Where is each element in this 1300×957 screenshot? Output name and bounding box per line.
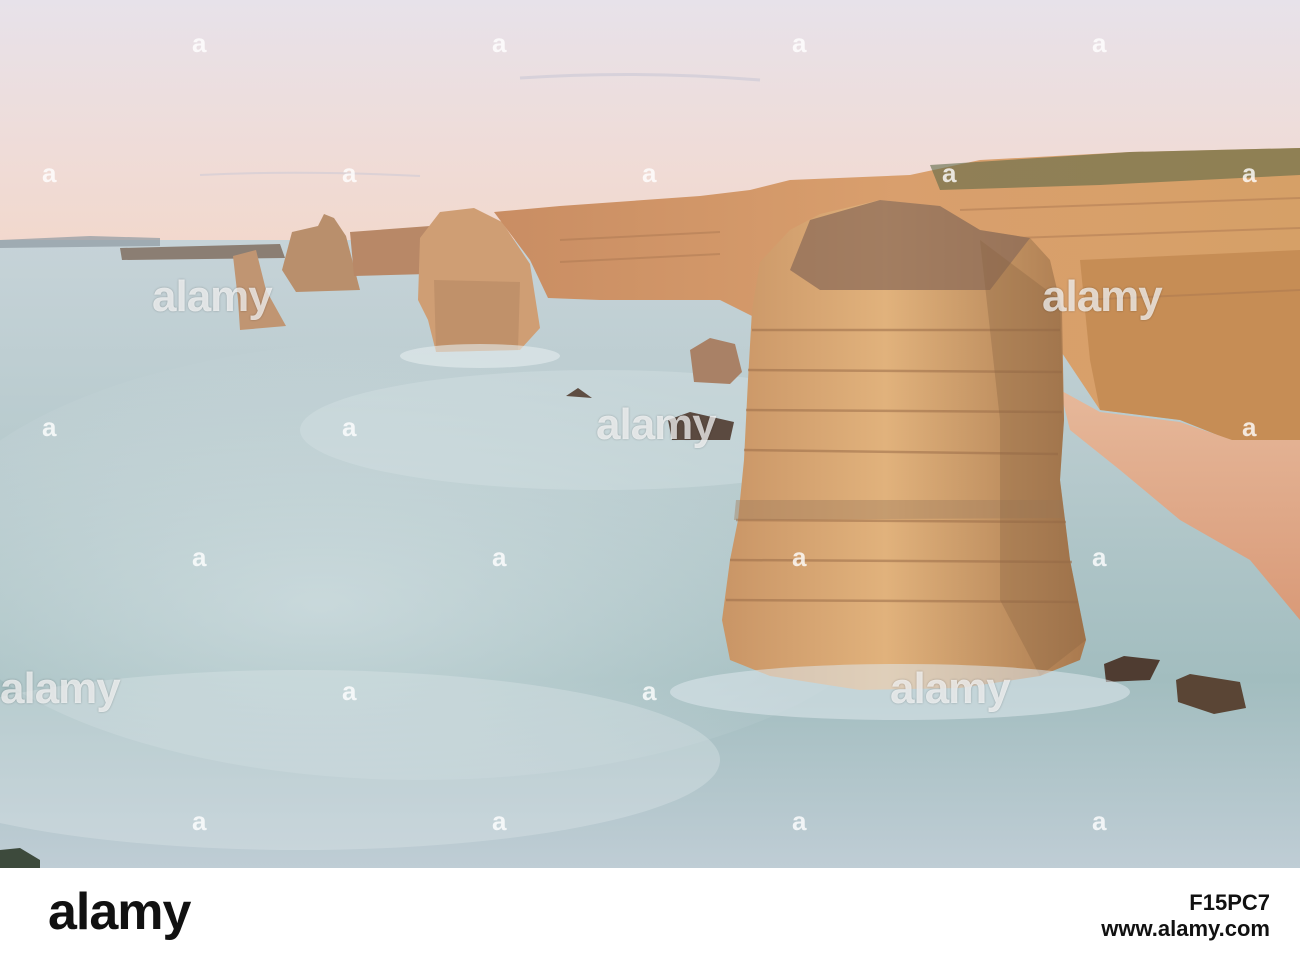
- image-info: F15PC7 www.alamy.com: [1101, 890, 1270, 942]
- site-url: www.alamy.com: [1101, 916, 1270, 941]
- image-id: F15PC7: [1189, 890, 1270, 915]
- distant-cliff: [350, 226, 430, 276]
- surf: [670, 664, 1130, 720]
- coastal-scene: [0, 0, 1300, 868]
- footer-bar: alamy F15PC7 www.alamy.com: [0, 868, 1300, 957]
- alamy-logo: alamy: [48, 883, 191, 941]
- landscape-photo: a a a a a a a a a alamy alamy a a alamy …: [0, 0, 1300, 868]
